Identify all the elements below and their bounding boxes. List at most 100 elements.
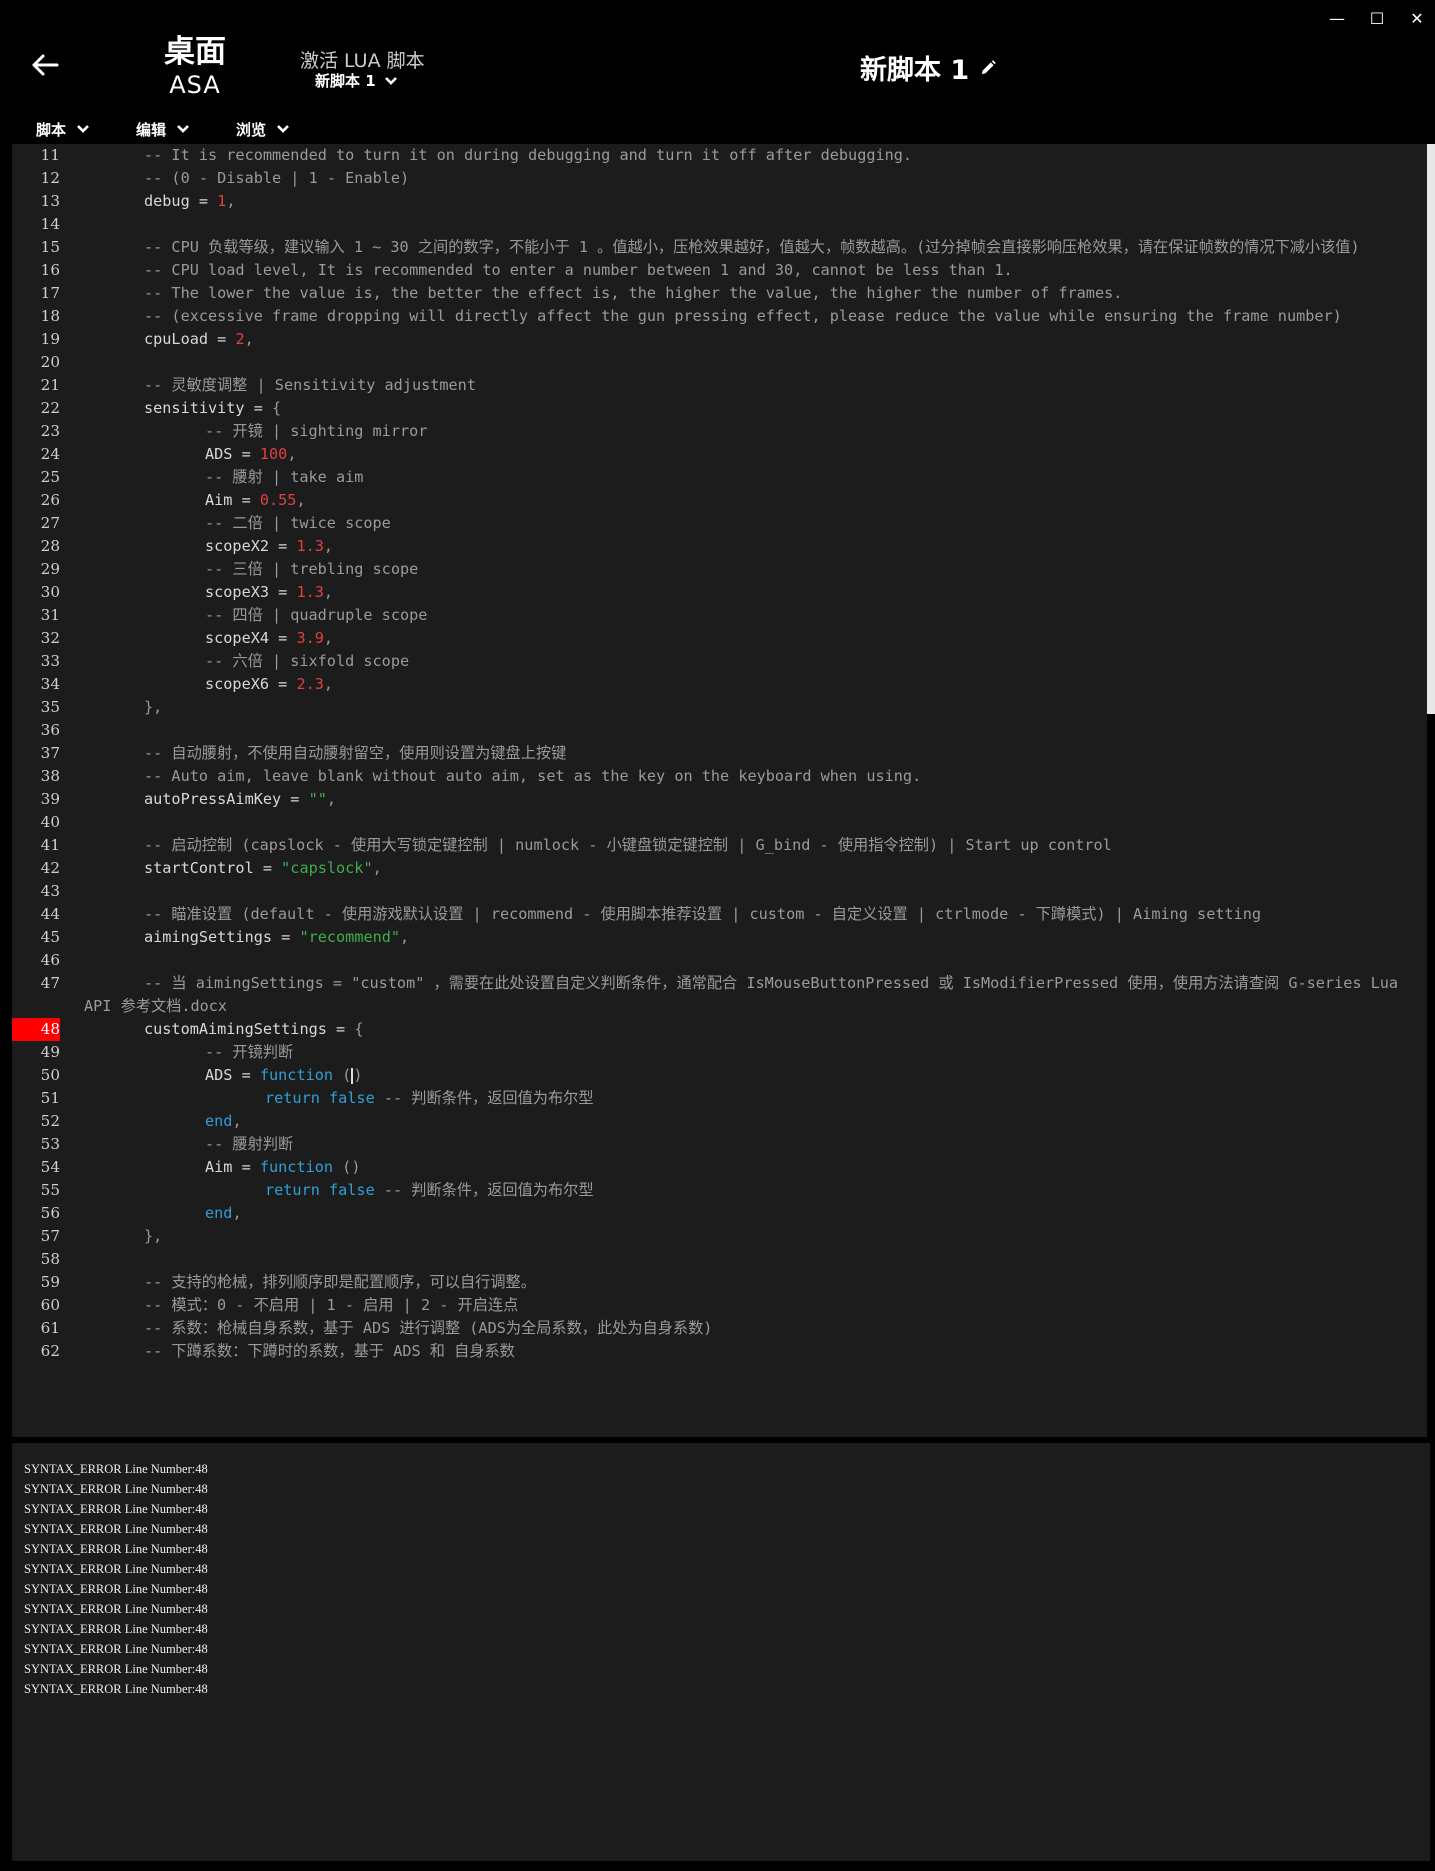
code-editor[interactable]: 11 -- It is recommended to turn it on dur… <box>12 144 1427 1437</box>
line-number: 28 <box>40 537 60 555</box>
code-line[interactable]: 52 end, <box>12 1110 1427 1133</box>
arrow-left-icon <box>32 54 59 76</box>
code-line[interactable]: 27 -- 二倍 | twice scope <box>12 512 1427 535</box>
code-line[interactable]: 32 scopeX4 = 3.9, <box>12 627 1427 650</box>
code-line[interactable]: 34 scopeX6 = 2.3, <box>12 673 1427 696</box>
code-line[interactable]: 14 <box>12 213 1427 236</box>
code-line[interactable]: 28 scopeX2 = 1.3, <box>12 535 1427 558</box>
code-line[interactable]: 45 aimingSettings = "recommend", <box>12 926 1427 949</box>
code-line[interactable]: 53 -- 腰射判断 <box>12 1133 1427 1156</box>
code-token: -- 六倍 | sixfold scope <box>205 652 410 670</box>
code-line[interactable]: 48 customAimingSettings = { <box>12 1018 1427 1041</box>
code-line[interactable]: 50 ADS = function () <box>12 1064 1427 1087</box>
code-line[interactable]: 29 -- 三倍 | trebling scope <box>12 558 1427 581</box>
code-line[interactable]: 51 return false -- 判断条件，返回值为布尔型 <box>12 1087 1427 1110</box>
code-line[interactable]: 62 -- 下蹲系数：下蹲时的系数，基于 ADS 和 自身系数 <box>12 1340 1427 1363</box>
code-line[interactable]: 37 -- 自动腰射，不使用自动腰射留空，使用则设置为键盘上按键 <box>12 742 1427 765</box>
back-button[interactable] <box>30 50 60 80</box>
menu-script[interactable]: 脚本 <box>36 118 90 140</box>
code-line[interactable]: 33 -- 六倍 | sixfold scope <box>12 650 1427 673</box>
code-token: "recommend" <box>299 928 401 946</box>
line-number: 34 <box>40 675 60 693</box>
code-line[interactable]: 39 autoPressAimKey = "", <box>12 788 1427 811</box>
code-line[interactable]: 16 -- CPU load level, It is recommended t… <box>12 259 1427 282</box>
menu-browse[interactable]: 浏览 <box>236 118 290 140</box>
minimize-button[interactable]: — <box>1327 8 1347 28</box>
code-line[interactable]: 31 -- 四倍 | quadruple scope <box>12 604 1427 627</box>
code-line[interactable]: 13 debug = 1, <box>12 190 1427 213</box>
code-line[interactable]: 21 -- 灵敏度调整 | Sensitivity adjustment <box>12 374 1427 397</box>
code-text: Aim = function () <box>84 1156 1414 1179</box>
code-token: -- The lower the value is, the better th… <box>144 284 1123 302</box>
code-line[interactable]: 44 -- 瞄准设置 (default - 使用游戏默认设置 | recommen… <box>12 903 1427 926</box>
code-text: -- 四倍 | quadruple scope <box>84 604 1414 627</box>
code-line[interactable]: 42 startControl = "capslock", <box>12 857 1427 880</box>
code-line[interactable]: 58 <box>12 1248 1427 1271</box>
code-line[interactable]: 20 <box>12 351 1427 374</box>
code-line[interactable]: 60 -- 模式：0 - 不启用 | 1 - 启用 | 2 - 开启连点 <box>12 1294 1427 1317</box>
output-line: SYNTAX_ERROR Line Number:48 <box>24 1622 208 1636</box>
code-token: -- CPU 负载等级，建议输入 1 ~ 30 之间的数字，不能小于 1 。值越… <box>144 238 1360 256</box>
line-number: 56 <box>40 1204 60 1222</box>
code-line[interactable]: 40 <box>12 811 1427 834</box>
code-token: Aim = <box>205 491 260 509</box>
code-text: -- It is recommended to turn it on durin… <box>84 144 1414 167</box>
active-script-dropdown[interactable]: 新脚本 1 <box>315 70 398 91</box>
code-line[interactable]: 15 -- CPU 负载等级，建议输入 1 ~ 30 之间的数字，不能小于 1 。… <box>12 236 1427 259</box>
device-model: ASA <box>169 71 221 99</box>
code-line[interactable]: 24 ADS = 100, <box>12 443 1427 466</box>
code-line[interactable]: 43 <box>12 880 1427 903</box>
code-line[interactable]: 36 <box>12 719 1427 742</box>
menu-edit[interactable]: 编辑 <box>136 118 190 140</box>
code-line[interactable]: 23 -- 开镜 | sighting mirror <box>12 420 1427 443</box>
code-text: debug = 1, <box>84 190 1414 213</box>
editor-scrollbar[interactable] <box>1427 144 1435 714</box>
code-line[interactable]: 26 Aim = 0.55, <box>12 489 1427 512</box>
maximize-button[interactable]: ☐ <box>1367 8 1387 28</box>
output-line: SYNTAX_ERROR Line Number:48 <box>24 1562 208 1576</box>
chevron-down-icon <box>177 125 189 133</box>
code-token: -- 当 aimingSettings = "custom" ，需要在此处设置自… <box>84 974 1408 1015</box>
line-number: 58 <box>40 1250 60 1268</box>
code-line[interactable]: 41 -- 启动控制 (capslock - 使用大写锁定键控制 | numloc… <box>12 834 1427 857</box>
line-number: 52 <box>40 1112 60 1130</box>
close-button[interactable]: ✕ <box>1407 8 1427 28</box>
code-token: 2.3 <box>296 675 324 693</box>
code-line[interactable]: 56 end, <box>12 1202 1427 1225</box>
script-title[interactable]: 新脚本 1 <box>860 48 997 87</box>
code-line[interactable]: 11 -- It is recommended to turn it on dur… <box>12 144 1427 167</box>
code-line[interactable]: 61 -- 系数：枪械自身系数，基于 ADS 进行调整 (ADS为全局系数，此处为… <box>12 1317 1427 1340</box>
code-line[interactable]: 38 -- Auto aim, leave blank without auto … <box>12 765 1427 788</box>
line-number: 23 <box>40 422 60 440</box>
code-line[interactable]: 47 -- 当 aimingSettings = "custom" ，需要在此处设… <box>12 972 1427 1018</box>
pencil-icon[interactable] <box>979 59 997 77</box>
code-line[interactable]: 35}, <box>12 696 1427 719</box>
code-line[interactable]: 19 cpuLoad = 2, <box>12 328 1427 351</box>
code-token: debug = <box>144 192 218 210</box>
code-line[interactable]: 54 Aim = function () <box>12 1156 1427 1179</box>
code-line[interactable]: 22 sensitivity = { <box>12 397 1427 420</box>
line-number: 11 <box>40 146 60 164</box>
code-line[interactable]: 46 <box>12 949 1427 972</box>
code-line[interactable]: 12 -- (0 - Disable | 1 - Enable) <box>12 167 1427 190</box>
line-number: 20 <box>40 353 60 371</box>
code-token: -- 自动腰射，不使用自动腰射留空，使用则设置为键盘上按键 <box>144 744 567 762</box>
code-token: , <box>400 928 410 946</box>
line-number: 47 <box>40 974 60 992</box>
line-number: 51 <box>40 1089 60 1107</box>
code-text: -- 三倍 | trebling scope <box>84 558 1414 581</box>
code-line[interactable]: 18 -- (excessive frame dropping will dire… <box>12 305 1427 328</box>
code-line[interactable]: 25 -- 腰射 | take aim <box>12 466 1427 489</box>
code-line[interactable]: 30 scopeX3 = 1.3, <box>12 581 1427 604</box>
code-line[interactable]: 49 -- 开镜判断 <box>12 1041 1427 1064</box>
code-text: cpuLoad = 2, <box>84 328 1414 351</box>
code-line[interactable]: 59 -- 支持的枪械，排列顺序即是配置顺序，可以自行调整。 <box>12 1271 1427 1294</box>
line-number: 50 <box>40 1066 60 1084</box>
code-line[interactable]: 17 -- The lower the value is, the better … <box>12 282 1427 305</box>
code-line[interactable]: 55 return false -- 判断条件，返回值为布尔型 <box>12 1179 1427 1202</box>
line-number: 36 <box>40 721 60 739</box>
code-line[interactable]: 57}, <box>12 1225 1427 1248</box>
